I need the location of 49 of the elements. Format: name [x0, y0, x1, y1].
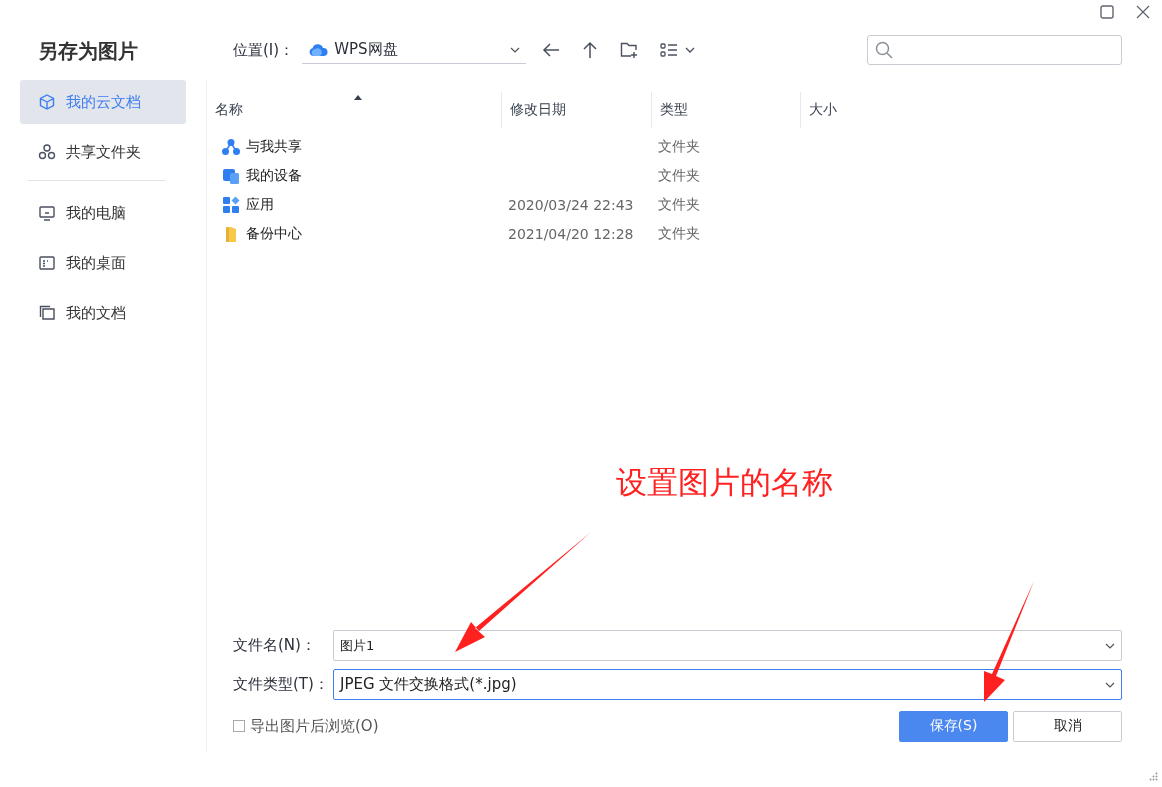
file-type: 文件夹 — [658, 224, 700, 243]
maximize-icon[interactable] — [1100, 5, 1114, 19]
app-grid-icon — [222, 195, 240, 214]
field-label: 文件类型(T)： — [233, 675, 330, 694]
back-arrow-icon[interactable] — [542, 42, 561, 58]
file-type: 文件夹 — [658, 137, 700, 156]
location-label: 位置(I)： — [233, 40, 295, 60]
window-icon — [38, 254, 56, 272]
up-arrow-icon[interactable] — [582, 41, 599, 59]
list-view-icon[interactable] — [660, 43, 697, 57]
annotation-text: 设置图片的名称 — [616, 463, 833, 502]
sidebar-item[interactable]: 我的文档 — [20, 291, 186, 335]
sidebar-item[interactable]: 我的电脑 — [20, 191, 186, 235]
chevron-down-icon — [1105, 642, 1115, 649]
share-nodes-icon — [222, 137, 240, 156]
column-header[interactable]: 大小 — [800, 92, 950, 128]
file-name[interactable]: 应用 — [246, 195, 274, 214]
column-header[interactable]: 类型 — [651, 92, 800, 128]
cancel-button[interactable]: 取消 — [1013, 710, 1122, 742]
file-name[interactable]: 备份中心 — [246, 224, 302, 243]
modified-date: 2021/04/20 12:28 — [508, 225, 634, 242]
file-type: 文件夹 — [658, 166, 700, 185]
search-icon — [875, 41, 893, 59]
file-type: 文件夹 — [658, 195, 700, 214]
stacked-pages-icon — [38, 304, 56, 322]
file-type-dropdown[interactable]: JPEG 文件交换格式(*.jpg) — [333, 669, 1122, 700]
column-header[interactable]: 修改日期 — [501, 92, 651, 128]
sidebar-item[interactable]: 我的桌面 — [20, 241, 186, 285]
checkbox[interactable]: 导出图片后浏览(O) — [233, 716, 379, 736]
cube-icon — [38, 93, 56, 111]
file-name[interactable]: 与我共享 — [246, 137, 302, 156]
close-icon[interactable] — [1136, 5, 1150, 19]
location-dropdown[interactable]: WPS网盘 — [302, 36, 527, 64]
chevron-down-icon — [1105, 681, 1115, 688]
column-header[interactable]: 名称 — [207, 92, 501, 128]
field-label: 文件名(N)： — [233, 636, 317, 655]
cloud-icon — [308, 42, 329, 57]
monitor-icon — [38, 204, 56, 222]
file-name[interactable]: 我的设备 — [246, 166, 302, 185]
window-title: 另存为图片 — [37, 37, 139, 65]
three-circles-icon — [38, 143, 56, 161]
device-icon — [222, 166, 240, 185]
search-field[interactable] — [867, 35, 1122, 65]
chevron-down-icon — [510, 46, 521, 53]
modified-date: 2020/03/24 22:43 — [508, 196, 634, 213]
resize-grip-icon — [1149, 772, 1158, 781]
new-folder-icon[interactable] — [620, 42, 639, 58]
file-name-field[interactable]: 图片1 — [333, 630, 1122, 661]
sidebar-item[interactable]: 共享文件夹 — [20, 130, 186, 174]
